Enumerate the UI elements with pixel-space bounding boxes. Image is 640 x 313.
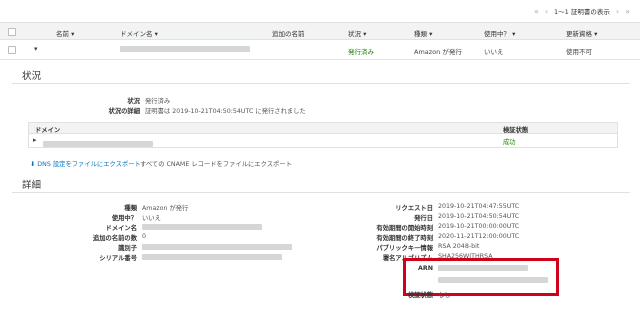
type-label: 種類	[124, 205, 137, 212]
row-status: 発行済み	[348, 48, 374, 56]
validation-state-value: なし	[438, 292, 451, 299]
domain-row[interactable]: ▸ 成功	[28, 134, 618, 148]
table-header: 名前 ▾ ドメイン名 ▾ 追加の名前 状況 ▾ 種類 ▾ 使用中？ ▾ 更新資格…	[0, 22, 640, 40]
valid-from-value: 2019-10-21T00:00:00UTC	[438, 223, 520, 230]
extra-names-count-label: 追加の名前の数	[92, 235, 137, 242]
col-extra-names: 追加の名前	[272, 30, 305, 38]
validation-state-label: 検証状態	[407, 292, 433, 299]
valid-to-label: 有効期間の終了時刻	[376, 235, 433, 242]
valid-to-value: 2020-11-21T12:00:00UTC	[438, 233, 520, 240]
col-status[interactable]: 状況 ▾	[348, 28, 366, 38]
validation-header: 検証状態	[503, 127, 529, 134]
divider	[12, 83, 630, 84]
identifier-value	[142, 244, 292, 252]
status-detail-value: 証明書は 2019-10-21T04:50:54UTC に発行されました	[145, 108, 306, 115]
issued-date-value: 2019-10-21T04:50:54UTC	[438, 213, 520, 220]
in-use-value: いいえ	[142, 215, 161, 222]
details-section-title: 詳細	[22, 180, 42, 191]
in-use-label: 使用中？	[111, 215, 137, 222]
type-value: Amazon が発行	[142, 205, 189, 212]
row-domain	[120, 46, 250, 54]
divider	[12, 192, 630, 193]
identifier-label: 識別子	[118, 245, 137, 252]
expand-caret-icon[interactable]: ▾	[34, 45, 38, 53]
expand-caret-icon[interactable]: ▸	[33, 136, 37, 144]
status-section-title: 状況	[22, 71, 42, 82]
request-date-value: 2019-10-21T04:47:55UTC	[438, 203, 520, 210]
pager-text: 1〜1 証明書の表示	[554, 8, 610, 16]
status-label: 状況	[127, 98, 140, 105]
next-page-icon[interactable]: ›	[616, 7, 619, 16]
serial-number-value	[142, 254, 282, 262]
public-key-label: パブリックキー情報	[376, 245, 433, 252]
row-renewal: 使用不可	[566, 48, 592, 56]
domain-table-header: ドメイン 検証状態	[28, 122, 618, 134]
status-value: 発行済み	[145, 98, 171, 105]
status-detail-label: 状況の詳細	[108, 108, 140, 115]
public-key-value: RSA 2048-bit	[438, 243, 480, 250]
first-page-icon[interactable]: «	[534, 7, 539, 16]
col-name[interactable]: 名前 ▾	[56, 28, 74, 38]
domain-name-value	[142, 224, 262, 232]
export-dns-label: DNS 設定をファイルにエクスポート	[37, 161, 141, 168]
export-dns-link[interactable]: ⬇ DNS 設定をファイルにエクスポート	[30, 159, 141, 168]
col-in-use[interactable]: 使用中？ ▾	[484, 28, 515, 38]
extra-names-count-value: 0	[142, 233, 147, 240]
domain-header: ドメイン	[35, 127, 61, 134]
table-row[interactable]: ▾ 発行済み Amazon が発行 いいえ 使用不可	[0, 40, 640, 60]
export-cname-link[interactable]: すべての CNAME レコードをファイルにエクスポート	[140, 159, 292, 168]
col-type[interactable]: 種類 ▾	[414, 28, 432, 38]
domain-name-label: ドメイン名	[105, 225, 137, 232]
valid-from-label: 有効期間の開始時刻	[376, 225, 433, 232]
serial-number-label: シリアル番号	[99, 255, 137, 262]
prev-page-icon[interactable]: ‹	[545, 7, 548, 16]
col-renewal[interactable]: 更新資格 ▾	[566, 28, 597, 38]
validation-status: 成功	[503, 139, 516, 146]
last-page-icon[interactable]: »	[625, 7, 630, 16]
col-domain[interactable]: ドメイン名 ▾	[120, 28, 158, 38]
download-icon: ⬇	[30, 161, 36, 168]
request-date-label: リクエスト日	[395, 205, 433, 212]
row-checkbox[interactable]	[8, 46, 16, 54]
row-in-use: いいえ	[484, 48, 504, 56]
row-type: Amazon が発行	[414, 48, 462, 56]
domain-validation-table: ドメイン 検証状態 ▸ 成功	[28, 122, 618, 148]
pager-bar: « ‹ 1〜1 証明書の表示 › »	[0, 0, 640, 22]
select-all-checkbox[interactable]	[8, 28, 16, 36]
issued-date-label: 発行日	[414, 215, 433, 222]
